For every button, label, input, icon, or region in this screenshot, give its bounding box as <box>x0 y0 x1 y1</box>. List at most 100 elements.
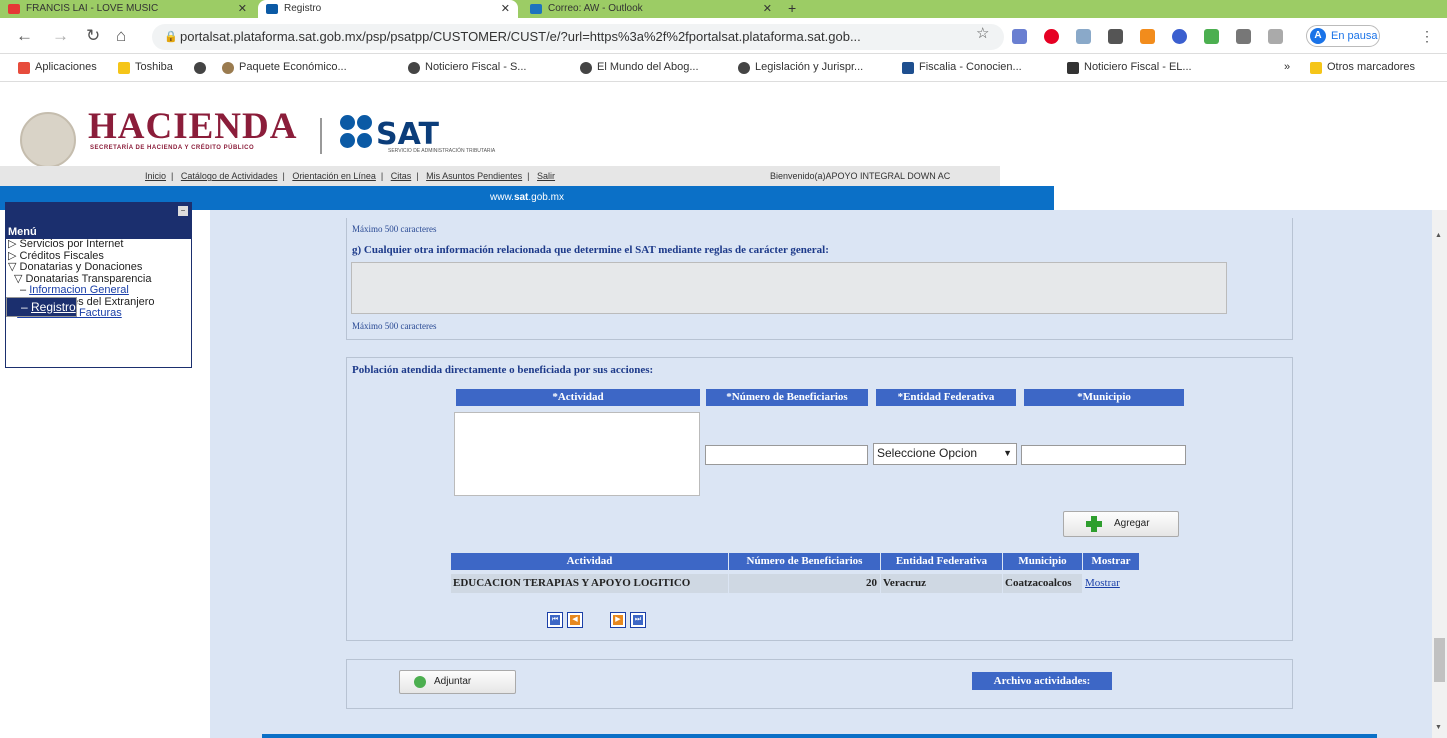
entidad-select[interactable]: Seleccione Opcion ▼ <box>873 443 1017 465</box>
outlook-icon <box>530 4 542 14</box>
col-actividad: *Actividad <box>456 389 700 406</box>
link-inicio[interactable]: Inicio <box>145 171 166 181</box>
extension-icon[interactable] <box>1140 29 1155 44</box>
puzzle-icon[interactable] <box>1236 29 1251 44</box>
link-citas[interactable]: Citas <box>391 171 412 181</box>
first-page-button[interactable]: ⏮ <box>547 612 563 628</box>
bookmark-item[interactable]: Noticiero Fiscal - EL... <box>1067 61 1192 74</box>
max-chars-label: Máximo 500 caracteres <box>352 321 437 331</box>
table-header-actividad: Actividad <box>451 553 728 570</box>
bookmark-item[interactable]: Toshiba <box>118 61 173 74</box>
url-bar[interactable]: 🔒 portalsat.plataforma.sat.gob.mx/psp/ps… <box>152 24 1004 50</box>
question-g-textarea[interactable] <box>351 262 1227 314</box>
sat-favicon-icon <box>266 4 278 14</box>
more-menu-icon[interactable]: ⋮ <box>1420 28 1434 45</box>
address-row: ← → ↻ ⌂ 🔒 portalsat.plataforma.sat.gob.m… <box>0 18 1447 54</box>
other-bookmarks[interactable]: Otros marcadores <box>1310 61 1415 74</box>
mostrar-link[interactable]: Mostrar <box>1083 574 1139 593</box>
prev-page-icon: ◀ <box>570 615 580 625</box>
tab-music[interactable]: FRANCIS LAI - LOVE MUSIC ✕ <box>0 0 255 18</box>
extension-icon[interactable] <box>1172 29 1187 44</box>
bookmarks-overflow-icon[interactable]: » <box>1284 61 1290 73</box>
welcome-text: Bienvenido(a)APOYO INTEGRAL DOWN AC <box>770 171 951 181</box>
globe-icon <box>580 62 592 74</box>
new-tab-icon[interactable]: + <box>788 0 796 16</box>
collapse-icon[interactable]: − <box>178 206 188 216</box>
sidebar-menu: − Menú ▷ Servicios por Internet ▷ Crédit… <box>5 202 192 368</box>
bookmark-star-icon[interactable]: ☆ <box>976 24 989 42</box>
beneficiarios-input[interactable] <box>705 445 868 465</box>
extension-icon[interactable] <box>1108 29 1123 44</box>
bookmark-item[interactable]: Fiscalia - Conocien... <box>902 61 1022 74</box>
municipio-input[interactable] <box>1021 445 1186 465</box>
globe-icon <box>408 62 420 74</box>
table-header-municipio: Municipio <box>1003 553 1082 570</box>
lock-icon: 🔒 <box>164 31 178 43</box>
close-icon[interactable]: ✕ <box>238 0 247 18</box>
pinterest-icon[interactable] <box>1044 29 1059 44</box>
globe-icon <box>194 62 206 74</box>
home-icon[interactable]: ⌂ <box>116 27 126 45</box>
fiscalia-icon <box>902 62 914 74</box>
attach-icon <box>414 676 426 688</box>
col-beneficiarios: *Número de Beneficiarios <box>706 389 868 406</box>
forward-icon[interactable]: → <box>52 27 69 45</box>
bookmark-item[interactable]: Noticiero Fiscal - S... <box>408 61 526 74</box>
link-asuntos[interactable]: Mis Asuntos Pendientes <box>426 171 522 181</box>
hacienda-logo: HACIENDA <box>88 106 298 147</box>
scroll-down-icon[interactable]: ▼ <box>1435 724 1442 731</box>
population-title: Población atendida directamente o benefi… <box>352 364 654 376</box>
back-icon[interactable]: ← <box>16 27 33 45</box>
bookmarks-bar: Aplicaciones Toshiba Paquete Económico..… <box>0 54 1447 82</box>
top-links-bar: Inicio | Catálogo de Actividades | Orienta… <box>0 166 1000 186</box>
profile-button[interactable]: A En pausa <box>1306 25 1380 47</box>
menu-item-registro[interactable]: – Registro <box>6 296 77 317</box>
next-page-button[interactable]: ▶ <box>610 612 626 628</box>
table-cell-actividad: EDUCACION TERAPIAS Y APOYO LOGITICO <box>451 574 728 593</box>
tab-title: Registro <box>284 3 322 14</box>
tab-title: FRANCIS LAI - LOVE MUSIC <box>26 3 159 14</box>
link-catalogo[interactable]: Catálogo de Actividades <box>181 171 278 181</box>
extension-icon[interactable] <box>1012 29 1027 44</box>
table-cell-beneficiarios: 20 <box>729 574 880 593</box>
menu-title: Menú <box>6 225 191 239</box>
browser-tab-bar: FRANCIS LAI - LOVE MUSIC ✕ Registro ✕ Co… <box>0 0 1447 18</box>
noticiero-icon <box>1067 62 1079 74</box>
close-icon[interactable]: ✕ <box>763 0 772 18</box>
reading-list-icon[interactable] <box>1268 29 1283 44</box>
sat-logo-icon <box>340 112 374 152</box>
extension-icon[interactable] <box>1204 29 1219 44</box>
last-page-button[interactable]: ⏭ <box>630 612 646 628</box>
table-header-beneficiarios: Número de Beneficiarios <box>729 553 880 570</box>
avatar: A <box>1310 28 1326 44</box>
page-scrollbar[interactable]: ▲ ▼ <box>1432 210 1447 738</box>
scroll-up-icon[interactable]: ▲ <box>1435 232 1442 239</box>
scroll-thumb[interactable] <box>1434 638 1445 682</box>
add-button[interactable]: Agregar <box>1063 511 1179 537</box>
attach-button[interactable]: Adjuntar <box>399 670 516 694</box>
bottom-bar <box>262 734 1377 738</box>
tab-outlook[interactable]: Correo: AW - Outlook ✕ <box>522 0 780 18</box>
archivo-label: Archivo actividades: <box>972 672 1112 690</box>
link-salir[interactable]: Salir <box>537 171 555 181</box>
seal-icon <box>222 62 234 74</box>
bookmark-item[interactable]: Legislación y Jurispr... <box>738 61 863 74</box>
bookmark-item[interactable]: El Mundo del Abog... <box>580 61 699 74</box>
youtube-icon <box>8 4 20 14</box>
url-text: portalsat.plataforma.sat.gob.mx/psp/psat… <box>180 29 861 44</box>
link-orientacion[interactable]: Orientación en Línea <box>292 171 376 181</box>
close-icon[interactable]: ✕ <box>501 0 510 18</box>
sat-subtitle: SERVICIO DE ADMINISTRACIÓN TRIBUTARIA <box>388 148 496 154</box>
reload-icon[interactable]: ↻ <box>86 27 100 45</box>
actividad-textarea[interactable] <box>454 412 700 496</box>
extension-icon[interactable] <box>1076 29 1091 44</box>
bookmark-apps[interactable]: Aplicaciones <box>18 61 97 74</box>
folder-icon <box>1310 62 1322 74</box>
question-g-label: g) Cualquier otra información relacionad… <box>352 244 829 256</box>
apps-grid-icon <box>18 62 30 74</box>
table-header-mostrar: Mostrar <box>1083 553 1139 570</box>
profile-status: En pausa <box>1331 30 1378 42</box>
prev-page-button[interactable]: ◀ <box>567 612 583 628</box>
tab-registro[interactable]: Registro ✕ <box>258 0 518 18</box>
bookmark-item[interactable]: Paquete Económico... <box>222 61 347 74</box>
